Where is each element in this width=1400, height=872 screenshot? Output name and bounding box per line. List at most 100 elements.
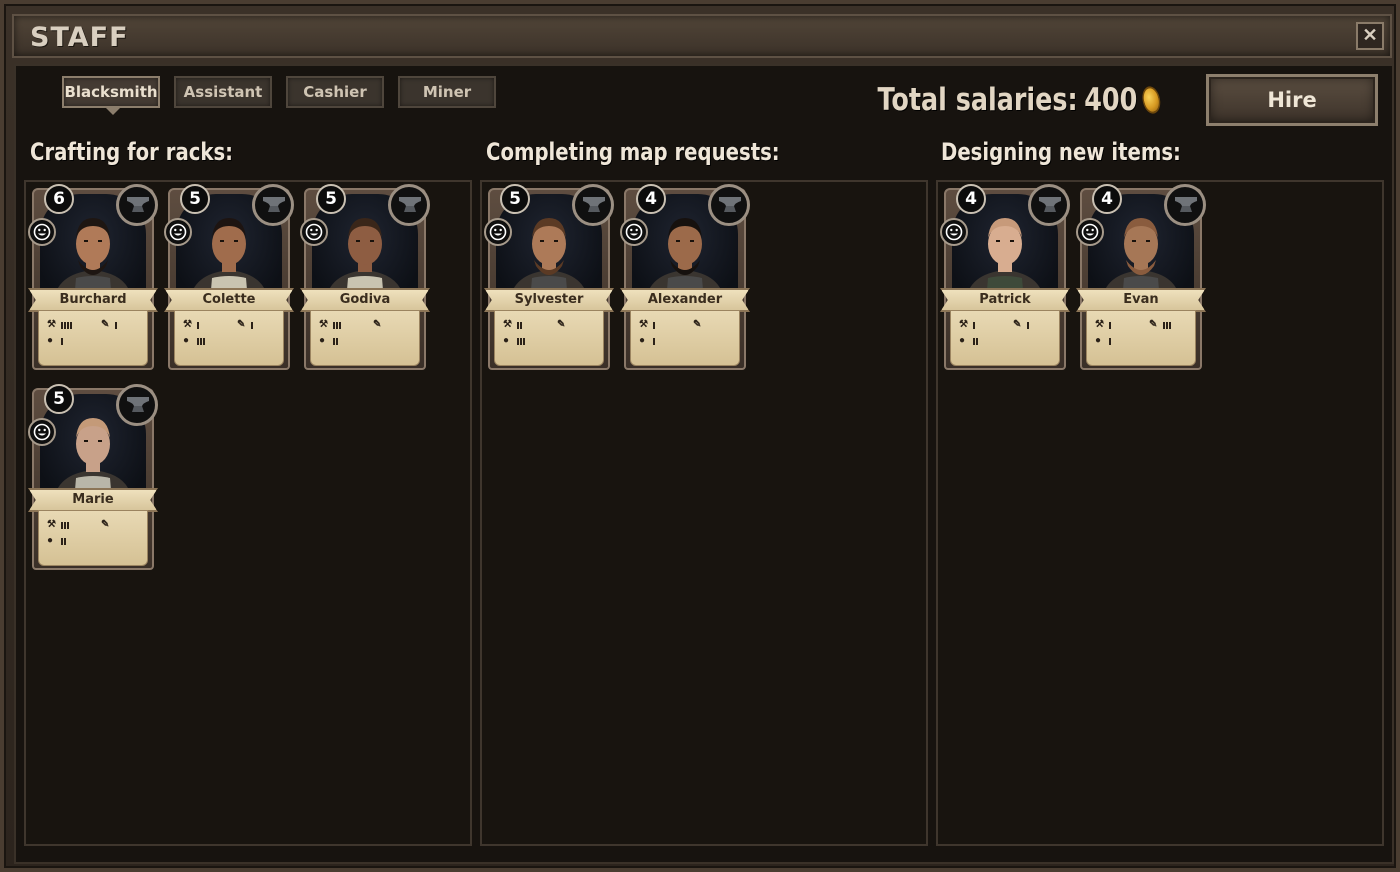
idea-stat: ● (319, 335, 338, 347)
design-stat: ✎ (237, 319, 253, 331)
quill-icon: ✎ (1013, 319, 1022, 330)
worker-card[interactable]: 4 Evan ⚒ ✎ ● (1076, 184, 1206, 374)
anvil-icon (116, 384, 158, 426)
level-badge: 5 (180, 184, 210, 214)
quill-icon: ✎ (1149, 319, 1158, 330)
level-badge: 6 (44, 184, 74, 214)
level-badge: 4 (956, 184, 986, 214)
idea-stat: ● (183, 335, 205, 347)
anvil-icon (388, 184, 430, 226)
staff-window: STAFF ✕ Blacksmith Assistant Cashier Min… (0, 0, 1400, 872)
happy-face-icon (1076, 218, 1104, 246)
level-badge: 4 (636, 184, 666, 214)
salaries-label: Total salaries: (877, 82, 1078, 118)
quill-icon: ✎ (237, 319, 246, 330)
section-title-map-requests: Completing map requests: (486, 138, 780, 166)
tab-cashier[interactable]: Cashier (286, 76, 384, 108)
design-stat: ✎ (373, 319, 387, 331)
worker-stats: ⚒ ✎ ● (494, 310, 604, 366)
happy-face-icon (300, 218, 328, 246)
idea-stat: ● (47, 335, 63, 347)
window-title: STAFF (30, 22, 129, 53)
worker-card[interactable]: 5 Sylvester ⚒ ✎ ● (484, 184, 614, 374)
worker-stats: ⚒ ✎ ● (630, 310, 740, 366)
idea-stat: ● (959, 335, 978, 347)
tab-blacksmith[interactable]: Blacksmith (62, 76, 160, 115)
worker-name: Burchard (28, 288, 158, 312)
worker-card[interactable]: 4 Alexander ⚒ ✎ ● (620, 184, 750, 374)
lightbulb-icon: ● (319, 335, 326, 346)
role-tabs: Blacksmith Assistant Cashier Miner (62, 76, 496, 115)
worker-name: Marie (28, 488, 158, 512)
craft-stat: ⚒ (47, 519, 69, 531)
happy-face-icon (28, 218, 56, 246)
lightbulb-icon: ● (639, 335, 646, 346)
craft-stat: ⚒ (319, 319, 341, 331)
hammer-icon: ⚒ (47, 319, 56, 330)
happy-face-icon (28, 418, 56, 446)
tab-assistant[interactable]: Assistant (174, 76, 272, 108)
hire-button[interactable]: Hire (1206, 74, 1378, 126)
hammer-icon: ⚒ (959, 319, 968, 330)
section-title-designing: Designing new items: (941, 138, 1181, 166)
level-badge: 4 (1092, 184, 1122, 214)
design-stat: ✎ (101, 319, 117, 331)
hammer-icon: ⚒ (183, 319, 192, 330)
quill-icon: ✎ (557, 319, 566, 330)
design-stat: ✎ (1013, 319, 1029, 331)
total-salaries: Total salaries: 400 (877, 82, 1164, 118)
hammer-icon: ⚒ (503, 319, 512, 330)
happy-face-icon (484, 218, 512, 246)
worker-stats: ⚒ ✎ ● (1086, 310, 1196, 366)
design-stat: ✎ (101, 519, 115, 531)
salaries-value: 400 (1084, 82, 1138, 118)
level-badge: 5 (500, 184, 530, 214)
coin-icon (1139, 83, 1164, 117)
worker-name: Evan (1076, 288, 1206, 312)
craft-stat: ⚒ (959, 319, 975, 331)
craft-stat: ⚒ (639, 319, 655, 331)
worker-name: Patrick (940, 288, 1070, 312)
happy-face-icon (940, 218, 968, 246)
anvil-icon (252, 184, 294, 226)
worker-name: Sylvester (484, 288, 614, 312)
craft-stat: ⚒ (503, 319, 522, 331)
hammer-icon: ⚒ (639, 319, 648, 330)
worker-stats: ⚒ ✎ ● (950, 310, 1060, 366)
anvil-icon (116, 184, 158, 226)
tab-miner[interactable]: Miner (398, 76, 496, 108)
lightbulb-icon: ● (47, 335, 54, 346)
design-stat: ✎ (693, 319, 707, 331)
worker-card[interactable]: 5 Godiva ⚒ ✎ ● (300, 184, 430, 374)
idea-stat: ● (1095, 335, 1111, 347)
staff-content: Blacksmith Assistant Cashier Miner Total… (14, 64, 1394, 864)
anvil-icon (1028, 184, 1070, 226)
quill-icon: ✎ (101, 519, 110, 530)
hammer-icon: ⚒ (47, 519, 56, 530)
worker-card[interactable]: 6 Burchard ⚒ ✎ ● (28, 184, 158, 374)
close-button[interactable]: ✕ (1356, 22, 1384, 50)
worker-card[interactable]: 5 Colette ⚒ ✎ ● (164, 184, 294, 374)
level-badge: 5 (316, 184, 346, 214)
craft-stat: ⚒ (183, 319, 199, 331)
title-bar: STAFF ✕ (12, 14, 1392, 58)
happy-face-icon (164, 218, 192, 246)
quill-icon: ✎ (101, 319, 110, 330)
hammer-icon: ⚒ (1095, 319, 1104, 330)
worker-name: Alexander (620, 288, 750, 312)
worker-card[interactable]: 4 Patrick ⚒ ✎ ● (940, 184, 1070, 374)
lightbulb-icon: ● (503, 335, 510, 346)
lightbulb-icon: ● (183, 335, 190, 346)
design-stat: ✎ (557, 319, 571, 331)
worker-stats: ⚒ ✎ ● (174, 310, 284, 366)
worker-name: Godiva (300, 288, 430, 312)
worker-stats: ⚒ ✎ ● (38, 510, 148, 566)
craft-stat: ⚒ (1095, 319, 1111, 331)
happy-face-icon (620, 218, 648, 246)
quill-icon: ✎ (693, 319, 702, 330)
worker-card[interactable]: 5 Marie ⚒ ✎ ● (28, 384, 158, 574)
idea-stat: ● (47, 535, 66, 547)
anvil-icon (1164, 184, 1206, 226)
idea-stat: ● (503, 335, 525, 347)
lightbulb-icon: ● (1095, 335, 1102, 346)
